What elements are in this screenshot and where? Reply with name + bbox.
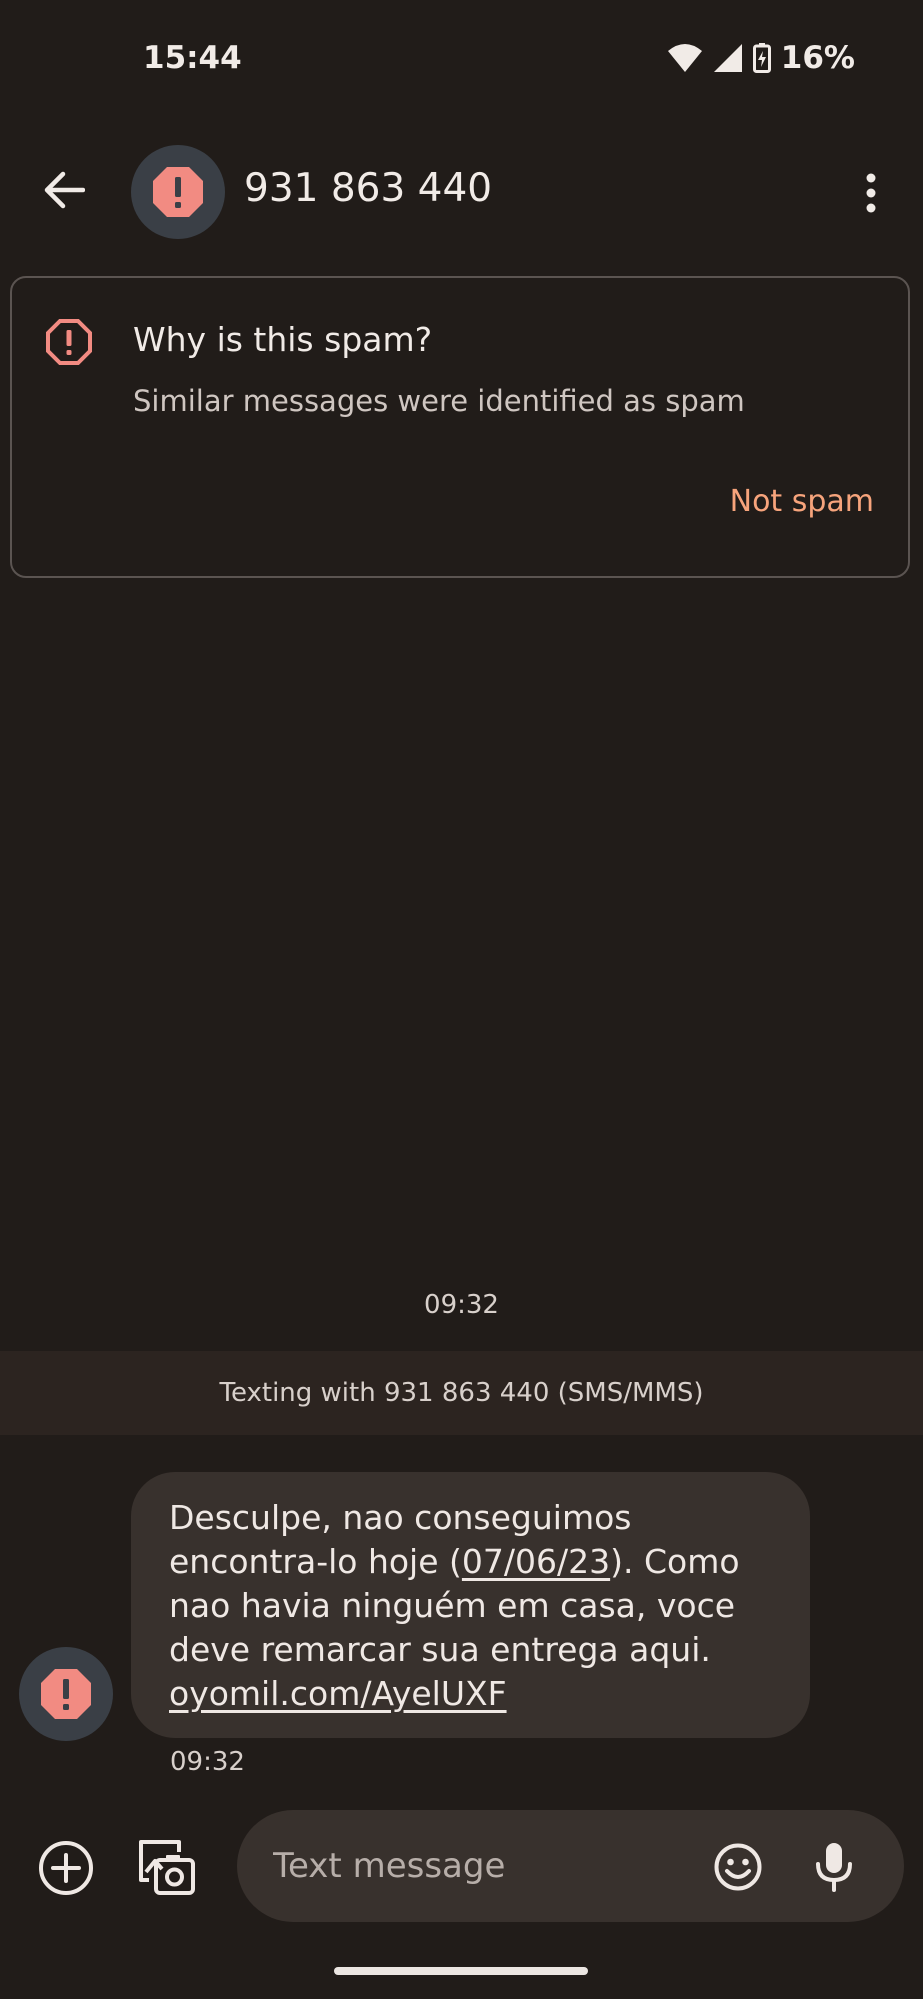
- gallery-icon: [139, 1840, 195, 1895]
- message-text: Desculpe, nao conseguimos encontra-lo ho…: [169, 1496, 774, 1716]
- spam-warning-icon: [41, 1669, 91, 1719]
- message-line: encontra-lo hoje (07/06/23). Como: [169, 1540, 774, 1584]
- contact-name[interactable]: 931 863 440: [244, 166, 492, 211]
- spam-warning-icon: [153, 167, 203, 217]
- spam-outline-icon: [46, 319, 92, 365]
- add-attachment-button[interactable]: [38, 1840, 94, 1896]
- more-options-button[interactable]: [846, 165, 896, 221]
- spam-card-subtitle: Similar messages were identified as spam: [133, 384, 745, 418]
- date-divider: 09:32: [424, 1290, 499, 1320]
- status-icons: 16%: [667, 40, 855, 76]
- emoji-icon[interactable]: [713, 1842, 763, 1892]
- add-circle-icon: [39, 1841, 93, 1895]
- back-arrow-icon: [44, 171, 85, 209]
- compose-field[interactable]: [237, 1810, 904, 1922]
- sms-mms-banner: Texting with 931 863 440 (SMS/MMS): [0, 1351, 923, 1435]
- wifi-icon: [667, 44, 702, 72]
- sender-avatar[interactable]: [19, 1647, 113, 1741]
- message-date-link[interactable]: 07/06/23: [462, 1542, 610, 1581]
- message-text-segment: ). Como: [610, 1542, 740, 1581]
- message-timestamp: 09:32: [170, 1747, 245, 1777]
- mic-icon[interactable]: [815, 1842, 853, 1892]
- home-gesture-handle[interactable]: [334, 1967, 588, 1975]
- status-time: 15:44: [143, 40, 242, 76]
- not-spam-button[interactable]: Not spam: [730, 484, 874, 519]
- message-url-link[interactable]: oyomil.com/AyelUXF: [169, 1672, 774, 1716]
- message-line: deve remarcar sua entrega aqui.: [169, 1630, 711, 1669]
- message-input[interactable]: [271, 1840, 655, 1892]
- spam-card-title: Why is this spam?: [133, 320, 433, 359]
- message-line: nao havia ninguém em casa, voce: [169, 1586, 736, 1625]
- message-bubble[interactable]: Desculpe, nao conseguimos encontra-lo ho…: [131, 1472, 810, 1738]
- message-line: Desculpe, nao conseguimos: [169, 1498, 632, 1537]
- gallery-button[interactable]: [137, 1838, 197, 1898]
- battery-percent: 16%: [780, 40, 855, 76]
- more-vert-icon: [866, 173, 876, 213]
- spam-info-card: Why is this spam? Similar messages were …: [10, 276, 910, 578]
- contact-avatar[interactable]: [131, 145, 225, 239]
- cell-signal-icon: [713, 44, 742, 72]
- back-button[interactable]: [36, 162, 92, 218]
- battery-charging-icon: [752, 43, 771, 73]
- message-text-segment: encontra-lo hoje (: [169, 1542, 462, 1581]
